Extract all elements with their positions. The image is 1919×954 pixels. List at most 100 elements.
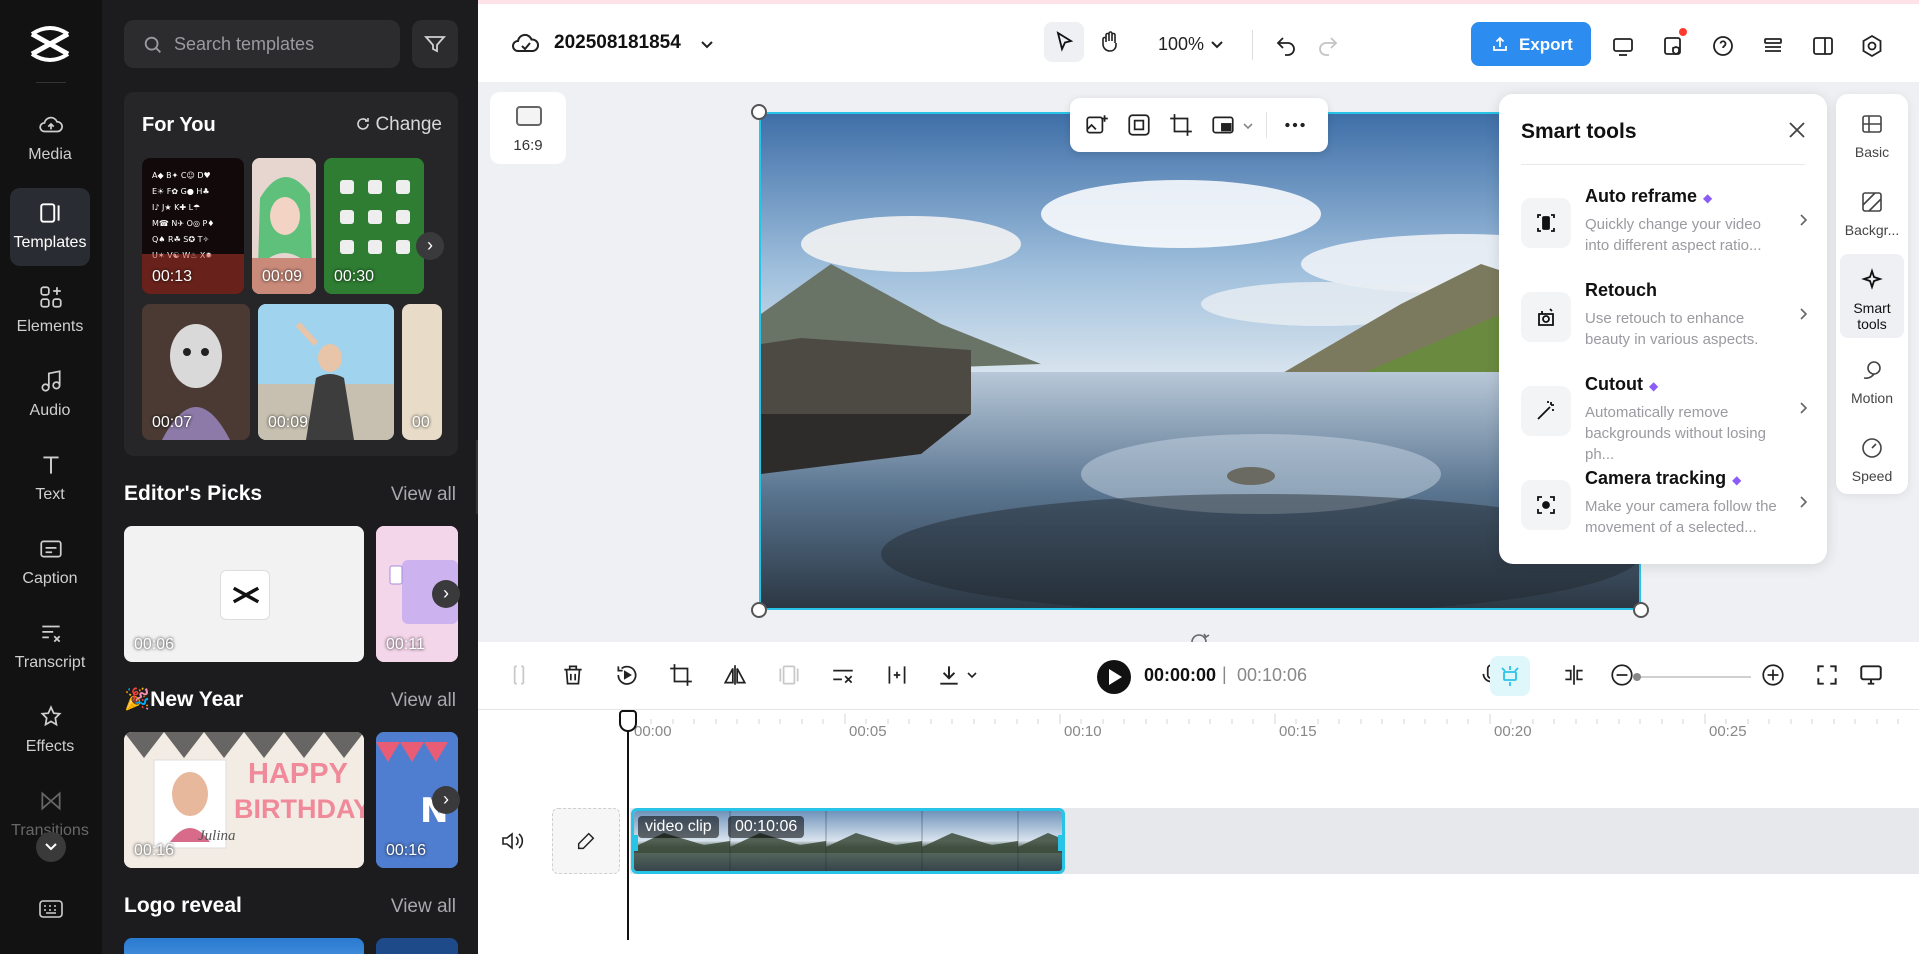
preview-monitor-icon[interactable] bbox=[1858, 662, 1884, 688]
close-icon[interactable] bbox=[1785, 118, 1809, 142]
rail-motion[interactable]: Motion bbox=[1840, 344, 1904, 418]
zoom-slider-knob[interactable] bbox=[1633, 673, 1641, 681]
rail-more-button[interactable] bbox=[36, 832, 66, 862]
rail-speed[interactable]: Speed bbox=[1840, 422, 1904, 496]
rail-basic[interactable]: Basic bbox=[1840, 98, 1904, 172]
zoom-out-icon[interactable] bbox=[1609, 662, 1635, 688]
template-thumbnail[interactable]: HAPPY BIRTHDAY Julina 00:16 bbox=[124, 732, 364, 868]
layers-button[interactable] bbox=[1753, 26, 1793, 66]
flip-icon[interactable] bbox=[722, 662, 748, 688]
template-thumbnail[interactable]: 00:30 bbox=[324, 158, 424, 294]
play-button[interactable] bbox=[1097, 660, 1131, 694]
cover-edit-button[interactable] bbox=[552, 808, 620, 874]
scroll-right-button[interactable]: › bbox=[416, 232, 444, 260]
project-name[interactable]: 202508181854 bbox=[554, 32, 681, 54]
more-options-icon[interactable] bbox=[1282, 112, 1308, 138]
zoom-slider[interactable] bbox=[1633, 673, 1751, 681]
aspect-ratio-button[interactable]: 16:9 bbox=[490, 92, 566, 164]
tool-cutout[interactable]: Cutout ◆ Automatically remove backgrounds… bbox=[1521, 374, 1811, 463]
settings-button[interactable] bbox=[1852, 26, 1892, 66]
zoom-level[interactable]: 100% bbox=[1158, 34, 1204, 55]
download-icon[interactable] bbox=[936, 662, 962, 688]
tool-auto-reframe[interactable]: Auto reframe ◆ Quickly change your video … bbox=[1521, 186, 1811, 272]
notifications-button[interactable] bbox=[1653, 26, 1693, 66]
change-button[interactable]: Change bbox=[355, 114, 442, 136]
smart-tools-title: Smart tools bbox=[1521, 120, 1637, 143]
delete-icon[interactable] bbox=[560, 662, 586, 688]
replay-icon[interactable] bbox=[614, 662, 640, 688]
clip-trim-handle-right[interactable] bbox=[1058, 835, 1062, 851]
filter-button[interactable] bbox=[412, 20, 458, 68]
insert-split-icon[interactable] bbox=[884, 662, 910, 688]
resize-handle-top-left[interactable] bbox=[751, 104, 767, 120]
chevron-down-icon[interactable] bbox=[700, 38, 714, 52]
template-thumbnail[interactable]: 00:09 bbox=[258, 304, 394, 440]
video-clip[interactable]: video clip 00:10:06 bbox=[631, 808, 1065, 874]
resize-handle-bottom-right[interactable] bbox=[1633, 602, 1649, 618]
freeze-disabled-icon[interactable] bbox=[776, 662, 802, 688]
nav-elements-label: Elements bbox=[16, 318, 84, 335]
magnet-snap-button[interactable] bbox=[1490, 656, 1530, 696]
template-thumbnail[interactable]: A◆ B✦ C☺ D♥ E☀ F✿ G● H♣ I♪ J★ K✚ L☂ M☎ N✈ … bbox=[142, 158, 244, 294]
clip-trim-handle-left[interactable] bbox=[634, 835, 638, 851]
template-thumbnail[interactable]: 00:06 bbox=[124, 526, 364, 662]
fit-frame-icon[interactable] bbox=[1126, 112, 1152, 138]
keyboard-icon[interactable] bbox=[38, 898, 64, 920]
search-box[interactable] bbox=[124, 20, 400, 68]
layout-button[interactable] bbox=[1803, 26, 1843, 66]
template-thumbnail[interactable] bbox=[124, 938, 364, 954]
template-thumbnail[interactable]: 00:07 bbox=[142, 304, 250, 440]
volume-icon[interactable] bbox=[500, 830, 524, 852]
replace-image-icon[interactable] bbox=[1084, 112, 1110, 138]
template-thumbnail[interactable] bbox=[376, 938, 458, 954]
fullscreen-icon[interactable] bbox=[1814, 662, 1840, 688]
tool-camera-tracking[interactable]: Camera tracking ◆ Make your camera follow… bbox=[1521, 468, 1811, 554]
filter-icon bbox=[424, 36, 446, 53]
pencil-icon bbox=[577, 832, 595, 850]
playhead-handle[interactable] bbox=[619, 710, 637, 732]
nav-effects[interactable]: Effects bbox=[10, 692, 90, 770]
chevron-down-icon[interactable] bbox=[1210, 38, 1224, 52]
editors-picks-view-all[interactable]: View all bbox=[391, 484, 456, 506]
logo-reveal-view-all[interactable]: View all bbox=[391, 896, 456, 918]
help-button[interactable] bbox=[1703, 26, 1743, 66]
cloud-save-icon[interactable] bbox=[506, 24, 546, 64]
rotate-handle-icon[interactable] bbox=[1188, 628, 1210, 642]
search-input[interactable] bbox=[174, 30, 384, 58]
present-button[interactable] bbox=[1603, 26, 1643, 66]
rail-smart-tools[interactable]: Smart tools bbox=[1840, 254, 1904, 338]
zoom-in-icon[interactable] bbox=[1760, 662, 1786, 688]
new-year-view-all[interactable]: View all bbox=[391, 690, 456, 712]
nav-media[interactable]: Media bbox=[10, 100, 90, 178]
redo-button[interactable] bbox=[1308, 24, 1348, 64]
crop-icon[interactable] bbox=[668, 662, 694, 688]
nav-elements[interactable]: Elements bbox=[10, 272, 90, 350]
split-center-icon[interactable] bbox=[1561, 662, 1587, 688]
hand-tool-button[interactable] bbox=[1090, 22, 1130, 62]
resize-handle-bottom-left[interactable] bbox=[751, 602, 767, 618]
chevron-down-icon[interactable] bbox=[966, 670, 978, 680]
timeline-ruler[interactable]: 00:00 00:05 00:10 00:15 00:20 00:25 bbox=[478, 710, 1919, 754]
rail-background[interactable]: Backgr... bbox=[1840, 176, 1904, 250]
nav-transcript[interactable]: Transcript bbox=[10, 608, 90, 686]
nav-audio[interactable]: Audio bbox=[10, 356, 90, 434]
template-thumbnail[interactable]: 00 bbox=[402, 304, 442, 440]
crop-icon[interactable] bbox=[1168, 112, 1194, 138]
scroll-right-button[interactable]: › bbox=[432, 786, 460, 814]
chevron-down-icon[interactable] bbox=[1242, 121, 1254, 131]
undo-button[interactable] bbox=[1266, 24, 1306, 64]
scroll-right-button[interactable]: › bbox=[432, 580, 460, 608]
nav-caption[interactable]: Caption bbox=[10, 524, 90, 602]
nav-text[interactable]: Text bbox=[10, 440, 90, 518]
playhead-line[interactable] bbox=[627, 712, 629, 940]
template-duration: 00:30 bbox=[334, 268, 375, 285]
picture-in-picture-icon[interactable] bbox=[1210, 112, 1236, 138]
select-tool-button[interactable] bbox=[1044, 22, 1084, 62]
export-button[interactable]: Export bbox=[1471, 22, 1591, 66]
template-thumbnail[interactable]: 00:09 bbox=[252, 158, 316, 294]
speed-curve-icon[interactable] bbox=[830, 662, 856, 688]
nav-templates[interactable]: Templates bbox=[10, 188, 90, 266]
tool-retouch[interactable]: Retouch Use retouch to enhance beauty in… bbox=[1521, 280, 1811, 366]
capcut-logo-icon[interactable] bbox=[28, 24, 72, 64]
split-disabled-icon[interactable] bbox=[506, 662, 532, 688]
